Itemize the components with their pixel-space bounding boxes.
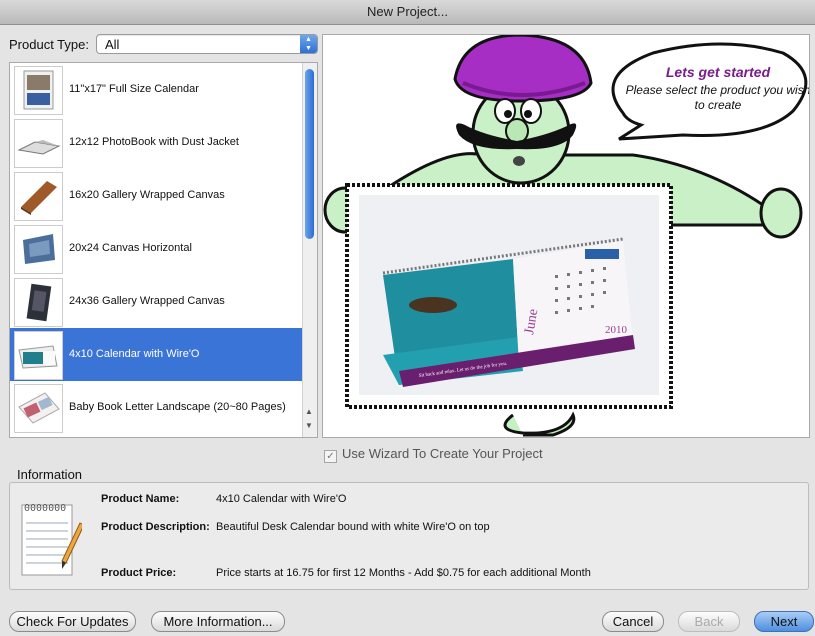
list-item[interactable]: 16x20 Gallery Wrapped Canvas xyxy=(10,169,302,222)
product-type-value: All xyxy=(105,37,120,52)
product-thumbnail xyxy=(14,66,63,115)
list-item-label: 12x12 PhotoBook with Dust Jacket xyxy=(69,136,239,148)
product-name-value: 4x10 Calendar with Wire'O xyxy=(216,493,347,505)
window-title: New Project... xyxy=(0,0,815,25)
list-item[interactable]: 24x36 Gallery Wrapped Canvas xyxy=(10,275,302,328)
product-name-label: Product Name: xyxy=(101,493,180,505)
product-preview: June 2010 Sit back and relax. Let us do … xyxy=(322,34,810,438)
scrollbar-thumb[interactable] xyxy=(305,69,314,239)
bubble-text: Please select the product you wish to cr… xyxy=(625,83,810,112)
wizard-option[interactable]: ✓ Use Wizard To Create Your Project xyxy=(324,446,543,463)
product-description-label: Product Description: xyxy=(101,521,210,533)
svg-text:0000000: 0000000 xyxy=(24,503,66,514)
scroll-down-icon[interactable]: ▼ xyxy=(305,421,313,430)
product-thumbnail xyxy=(14,225,63,274)
list-item[interactable]: 12x12 PhotoBook with Dust Jacket xyxy=(10,116,302,169)
bubble-title: Lets get started xyxy=(665,64,771,80)
information-panel: 0000000 Product Name: 4x10 Calendar with… xyxy=(9,482,809,590)
select-arrows-icon: ▲ ▼ xyxy=(300,35,317,53)
list-item[interactable]: 4x10 Calendar with Wire'O xyxy=(10,328,302,381)
list-item-label: 11"x17" Full Size Calendar xyxy=(69,83,199,95)
back-button[interactable]: Back xyxy=(678,611,740,632)
product-description-value: Beautiful Desk Calendar bound with white… xyxy=(216,521,490,533)
product-thumbnail xyxy=(14,384,63,433)
scroll-up-icon[interactable]: ▲ xyxy=(305,407,313,416)
wizard-checkbox[interactable]: ✓ xyxy=(324,450,337,463)
list-scrollbar[interactable]: ▲ ▼ xyxy=(302,63,317,437)
list-item[interactable]: 20x24 Canvas Horizontal xyxy=(10,222,302,275)
calendar-year: 2010 xyxy=(605,324,628,336)
product-thumbnail xyxy=(14,172,63,221)
list-item[interactable]: 11"x17" Full Size Calendar xyxy=(10,63,302,116)
list-item-label: 20x24 Canvas Horizontal xyxy=(69,242,192,254)
notepad-icon: 0000000 xyxy=(21,503,82,576)
product-type-select[interactable]: All ▲ ▼ xyxy=(96,34,318,54)
product-thumbnail xyxy=(14,119,63,168)
list-item-label: 4x10 Calendar with Wire'O xyxy=(69,348,200,360)
product-price-label: Product Price: xyxy=(101,567,177,579)
wizard-label: Use Wizard To Create Your Project xyxy=(342,446,543,461)
next-button[interactable]: Next xyxy=(754,611,814,632)
cancel-button[interactable]: Cancel xyxy=(602,611,664,632)
product-thumbnail xyxy=(14,278,63,327)
list-item-label: Baby Book Letter Landscape (20~80 Pages) xyxy=(69,401,286,413)
product-thumbnail xyxy=(14,331,63,380)
information-title: Information xyxy=(17,467,83,482)
list-item-label: 24x36 Gallery Wrapped Canvas xyxy=(69,295,225,307)
check-updates-button[interactable]: Check For Updates xyxy=(9,611,136,632)
product-price-value: Price starts at 16.75 for first 12 Month… xyxy=(216,567,591,579)
list-item-label: 16x20 Gallery Wrapped Canvas xyxy=(69,189,225,201)
more-info-button[interactable]: More Information... xyxy=(151,611,285,632)
product-type-label: Product Type: xyxy=(9,37,89,52)
list-item[interactable]: Baby Book Letter Landscape (20~80 Pages) xyxy=(10,381,302,434)
product-list[interactable]: 11"x17" Full Size Calendar 12x12 PhotoBo… xyxy=(9,62,318,438)
